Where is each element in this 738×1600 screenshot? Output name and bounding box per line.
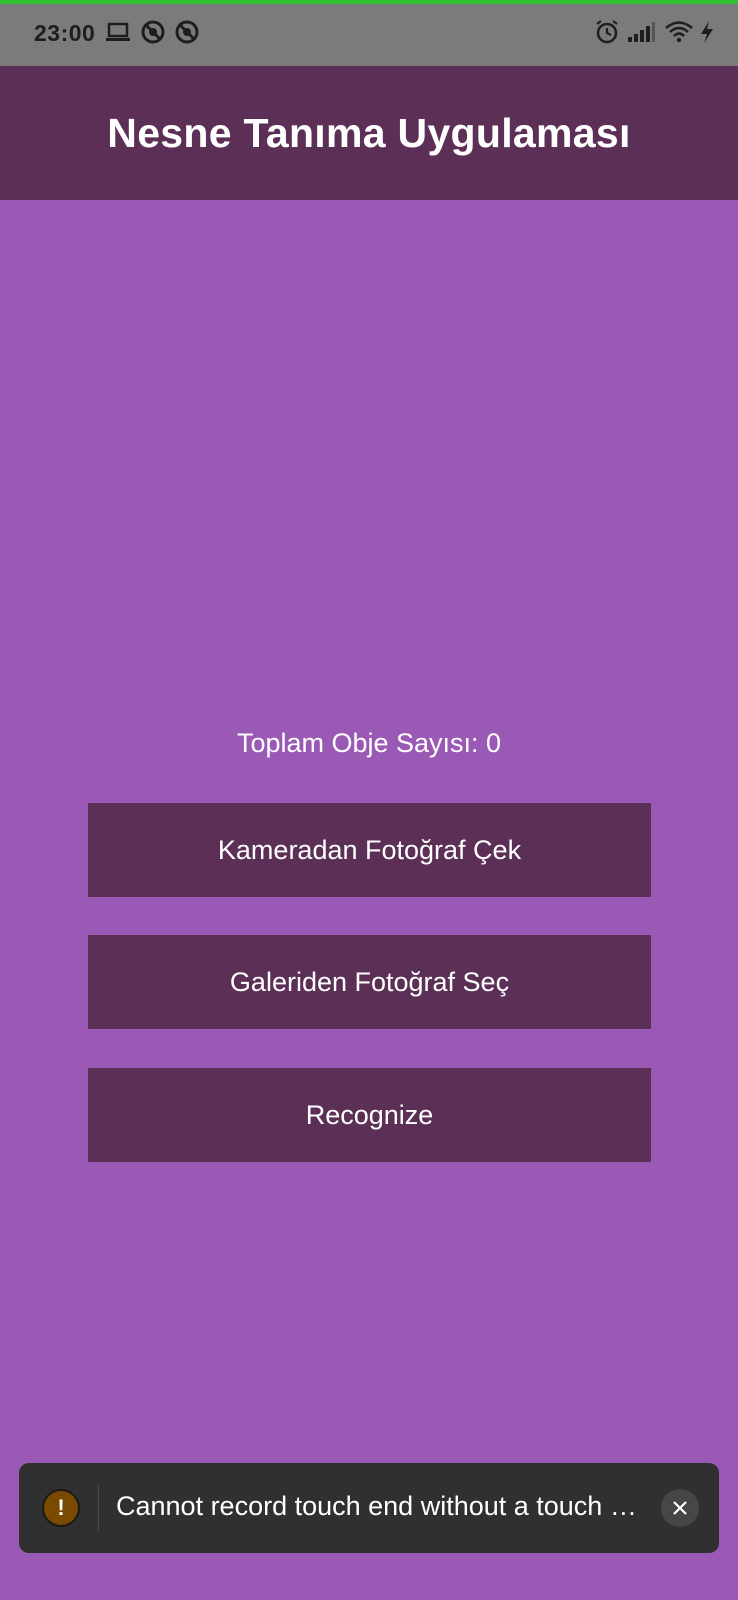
status-time: 23:00 [34,20,96,46]
take-photo-camera-button[interactable]: Kameradan Fotoğraf Çek [88,803,651,897]
do-not-disturb-icon [141,20,165,44]
status-bar: 23:00 [0,4,738,66]
app-title: Nesne Tanıma Uygulaması [107,109,631,156]
do-not-disturb-icon [175,20,199,44]
charging-bolt-icon [701,21,713,43]
object-count-label: Toplam Obje Sayısı: 0 [236,728,502,758]
close-icon[interactable] [661,1489,699,1527]
image-preview-area [0,200,738,700]
cellular-signal-icon [628,22,655,42]
warning-icon: ! [42,1489,80,1527]
wifi-icon [665,21,693,43]
close-glyph [673,1501,687,1515]
recognize-button[interactable]: Recognize [88,1068,651,1162]
toast-divider [98,1485,99,1531]
app-bar: Nesne Tanıma Uygulaması [0,66,738,200]
alarm-icon [596,20,618,44]
toast-message: Cannot record touch end without a touch … [116,1491,637,1521]
laptop-icon [106,22,130,41]
choose-photo-gallery-button[interactable]: Galeriden Fotoğraf Seç [88,935,651,1029]
error-toast: ! Cannot record touch end without a touc… [19,1463,719,1553]
